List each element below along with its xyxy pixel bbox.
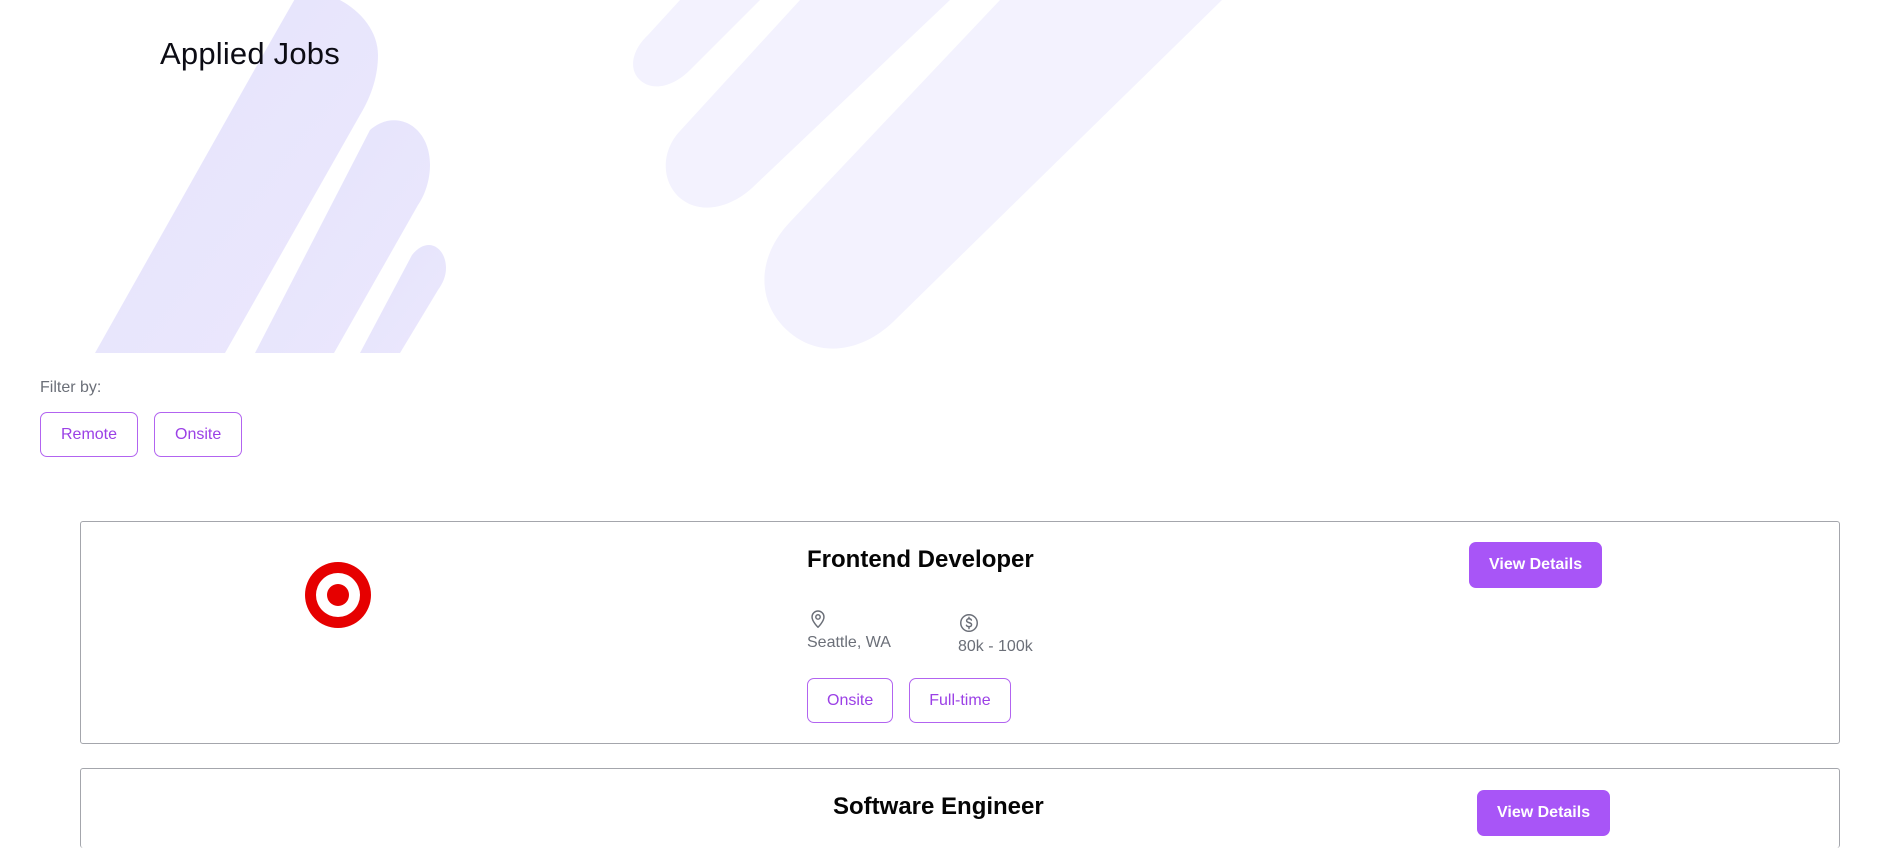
job-title: Software Engineer xyxy=(833,793,1044,820)
map-pin-icon xyxy=(811,610,825,628)
job-location-text: Seattle, WA xyxy=(807,634,891,651)
view-details-button[interactable]: View Details xyxy=(1469,542,1603,588)
job-card: Software Engineer View Details xyxy=(80,768,1840,848)
hero-banner: Applied Jobs xyxy=(0,0,1894,353)
bullseye-logo xyxy=(305,562,371,628)
tag-full-time[interactable]: Full-time xyxy=(909,678,1011,723)
job-title: Frontend Developer xyxy=(807,546,1034,573)
page-title: Applied Jobs xyxy=(160,36,340,71)
tag-onsite[interactable]: Onsite xyxy=(807,678,894,723)
job-tags: Onsite Full-time xyxy=(807,678,1011,723)
filter-onsite-button[interactable]: Onsite xyxy=(154,412,243,457)
view-details-button[interactable]: View Details xyxy=(1477,790,1611,836)
job-location: Seattle, WA xyxy=(807,608,891,652)
filter-remote-button[interactable]: Remote xyxy=(40,412,139,457)
job-salary-text: 80k - 100k xyxy=(958,638,1033,655)
filter-group: Remote Onsite xyxy=(40,412,243,457)
filter-label: Filter by: xyxy=(40,379,102,396)
job-salary: 80k - 100k xyxy=(958,612,1033,656)
job-card: Frontend Developer Seattle, WA 80k - 100… xyxy=(80,521,1840,744)
dollar-circle-icon xyxy=(960,614,978,632)
